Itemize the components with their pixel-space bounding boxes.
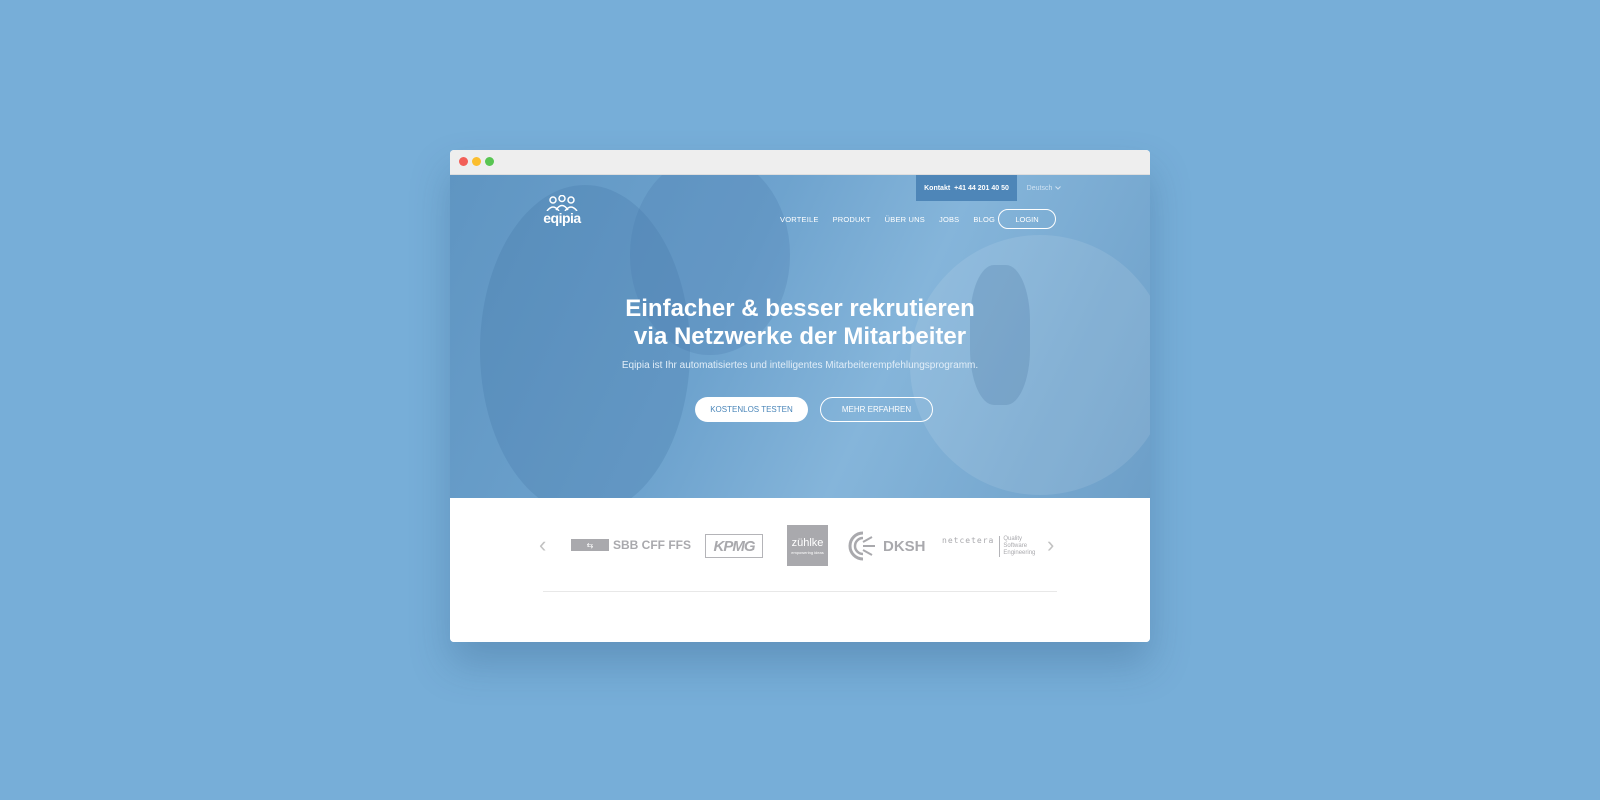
logo-wordmark: eqipia <box>543 210 581 226</box>
client-tagline-zuhlke: empowering ideas <box>791 549 824 555</box>
client-name-zuhlke: zühlke <box>791 536 824 549</box>
client-logo-zuhlke: zühlke empowering ideas <box>787 525 828 566</box>
close-window-button[interactable] <box>459 157 468 166</box>
chevron-right-icon[interactable]: › <box>1047 534 1054 556</box>
chevron-down-icon <box>1055 186 1062 190</box>
language-label: Deutsch <box>1026 184 1053 192</box>
client-tagline-netcetera: Quality Software Engineering <box>999 536 1035 557</box>
contact-bar[interactable]: Kontakt +41 44 201 40 50 <box>916 175 1017 201</box>
chevron-left-icon[interactable]: ‹ <box>539 534 546 556</box>
client-name-dksh: DKSH <box>883 537 926 555</box>
netcetera-tagline-line2: Software <box>1003 543 1028 549</box>
maximize-window-button[interactable] <box>485 157 494 166</box>
client-name-netcetera: netcetera <box>942 536 995 545</box>
contact-label: Kontakt <box>924 184 951 192</box>
client-logo-sbb: ⇆ SBB CFF FFS <box>571 538 691 552</box>
nav-item-ueber-uns[interactable]: ÜBER UNS <box>885 215 925 224</box>
contact-phone[interactable]: +41 44 201 40 50 <box>954 185 1009 192</box>
main-navigation: VORTEILE PRODUKT ÜBER UNS JOBS BLOG <box>780 211 995 227</box>
netcetera-tagline-line1: Quality <box>1003 536 1023 542</box>
nav-item-produkt[interactable]: PRODUKT <box>833 215 871 224</box>
hero-headline-line2: via Netzwerke der Mitarbeiter <box>633 323 967 350</box>
nav-item-blog[interactable]: BLOG <box>973 215 995 224</box>
client-logo-netcetera: netcetera Quality Software Engineering <box>942 536 1035 557</box>
hero-headline-line1: Einfacher & besser rekrutieren <box>625 295 975 322</box>
browser-window: Kontakt +41 44 201 40 50 Deutsch eqipia … <box>450 150 1150 642</box>
hero-section: Kontakt +41 44 201 40 50 Deutsch eqipia … <box>450 175 1150 498</box>
minimize-window-button[interactable] <box>472 157 481 166</box>
team-people-icon <box>546 194 578 212</box>
client-logos-section: ‹ ⇆ SBB CFF FFS KPMG zühlke empowering i… <box>450 498 1150 642</box>
hero-subline: Eqipia ist Ihr automatisiertes und intel… <box>621 360 979 371</box>
netcetera-tagline-line3: Engineering <box>1003 550 1036 556</box>
nav-item-vorteile[interactable]: VORTEILE <box>780 215 819 224</box>
login-button[interactable]: LOGIN <box>998 209 1056 229</box>
section-divider <box>543 591 1057 592</box>
browser-titlebar <box>450 150 1150 175</box>
hero-headline: Einfacher & besser rekrutieren via Netzw… <box>550 295 1050 351</box>
eqipia-logo[interactable]: eqipia <box>542 194 582 227</box>
client-logo-kpmg: KPMG <box>705 534 763 558</box>
free-trial-button[interactable]: KOSTENLOS TESTEN <box>695 397 808 422</box>
nav-item-jobs[interactable]: JOBS <box>939 215 959 224</box>
language-selector[interactable]: Deutsch <box>1019 175 1069 201</box>
sbb-arrows-icon: ⇆ <box>571 539 609 551</box>
learn-more-button[interactable]: MEHR ERFAHREN <box>820 397 933 422</box>
client-logo-dksh: DKSH <box>848 531 926 561</box>
dksh-sunburst-icon <box>848 531 875 561</box>
client-name-sbb: SBB CFF FFS <box>613 538 691 552</box>
